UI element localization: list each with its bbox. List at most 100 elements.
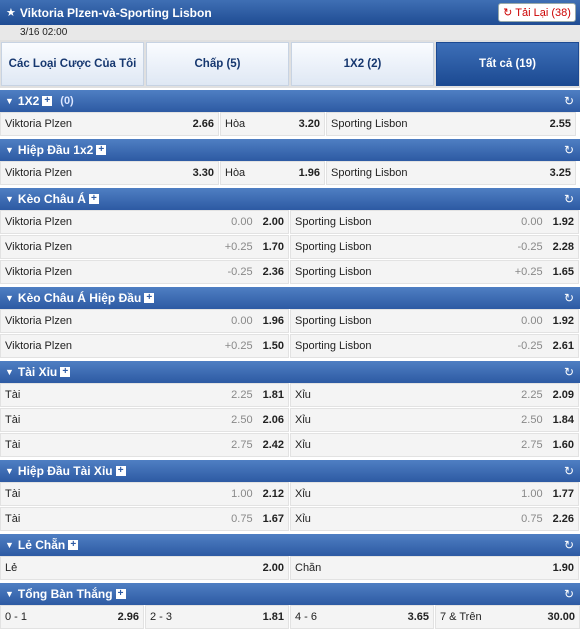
odds-cell[interactable]: Chẵn 1.90 <box>290 556 579 580</box>
odds-cell[interactable]: Xỉu 2.25 2.09 <box>290 383 579 407</box>
odds-cell[interactable]: Viktoria Plzen 2.66 <box>0 112 219 136</box>
odds-value[interactable]: 3.30 <box>193 167 214 179</box>
odds-value[interactable]: 2.12 <box>263 488 284 500</box>
odds-value[interactable]: 1.84 <box>553 414 574 426</box>
odds-cell[interactable]: Sporting Lisbon 3.25 <box>326 161 576 185</box>
refresh-icon[interactable]: ↻ <box>564 464 574 478</box>
add-icon[interactable]: + <box>115 589 126 599</box>
odds-cell[interactable]: Viktoria Plzen 3.30 <box>0 161 219 185</box>
odds-value[interactable]: 1.92 <box>553 315 574 327</box>
odds-cell[interactable]: Viktoria Plzen 0.00 2.00 <box>0 210 289 234</box>
odds-value[interactable]: 2.36 <box>263 266 284 278</box>
odds-value[interactable]: 1.96 <box>263 315 284 327</box>
tab-all[interactable]: Tất cả (19) <box>436 42 579 86</box>
odds-cell[interactable]: Xỉu 0.75 2.26 <box>290 507 579 531</box>
odds-cell[interactable]: 4 - 6 3.65 <box>290 605 434 629</box>
collapse-arrow-icon[interactable]: ▼ <box>5 145 14 155</box>
collapse-arrow-icon[interactable]: ▼ <box>5 96 14 106</box>
odds-cell[interactable]: Viktoria Plzen +0.25 1.70 <box>0 235 289 259</box>
collapse-arrow-icon[interactable]: ▼ <box>5 589 14 599</box>
tab-my-bets[interactable]: Các Loại Cược Của Tôi <box>1 42 144 86</box>
add-icon[interactable]: + <box>68 540 79 550</box>
market-header[interactable]: ▼ Hiệp Đầu Tài Xỉu + ↻ <box>0 460 580 482</box>
odds-value[interactable]: 1.67 <box>263 513 284 525</box>
odds-value[interactable]: 2.61 <box>553 340 574 352</box>
odds-value[interactable]: 30.00 <box>547 611 575 623</box>
odds-value[interactable]: 3.65 <box>408 611 429 623</box>
odds-cell[interactable]: Sporting Lisbon 0.00 1.92 <box>290 210 579 234</box>
odds-value[interactable]: 1.50 <box>263 340 284 352</box>
odds-value[interactable]: 2.00 <box>263 562 284 574</box>
add-icon[interactable]: + <box>88 194 99 204</box>
odds-cell[interactable]: Hòa 3.20 <box>220 112 325 136</box>
odds-cell[interactable]: Lẻ 2.00 <box>0 556 289 580</box>
odds-value[interactable]: 2.96 <box>118 611 139 623</box>
odds-cell[interactable]: Tài 2.50 2.06 <box>0 408 289 432</box>
odds-cell[interactable]: Xỉu 2.75 1.60 <box>290 433 579 457</box>
odds-value[interactable]: 1.92 <box>553 216 574 228</box>
odds-value[interactable]: 1.70 <box>263 241 284 253</box>
odds-cell[interactable]: Sporting Lisbon 0.00 1.92 <box>290 309 579 333</box>
odds-value[interactable]: 1.60 <box>553 439 574 451</box>
odds-value[interactable]: 1.81 <box>263 389 284 401</box>
odds-value[interactable]: 2.28 <box>553 241 574 253</box>
odds-cell[interactable]: Tài 0.75 1.67 <box>0 507 289 531</box>
collapse-arrow-icon[interactable]: ▼ <box>5 466 14 476</box>
odds-cell[interactable]: Viktoria Plzen -0.25 2.36 <box>0 260 289 284</box>
collapse-arrow-icon[interactable]: ▼ <box>5 293 14 303</box>
market-header[interactable]: ▼ Tổng Bàn Thắng + ↻ <box>0 583 580 605</box>
tab-1x2[interactable]: 1X2 (2) <box>291 42 434 86</box>
odds-cell[interactable]: Xỉu 1.00 1.77 <box>290 482 579 506</box>
odds-value[interactable]: 2.06 <box>263 414 284 426</box>
odds-cell[interactable]: Viktoria Plzen +0.25 1.50 <box>0 334 289 358</box>
refresh-icon[interactable]: ↻ <box>564 291 574 305</box>
odds-value[interactable]: 2.09 <box>553 389 574 401</box>
refresh-icon[interactable]: ↻ <box>564 94 574 108</box>
collapse-arrow-icon[interactable]: ▼ <box>5 194 14 204</box>
add-icon[interactable]: + <box>96 145 107 155</box>
refresh-icon[interactable]: ↻ <box>564 365 574 379</box>
odds-cell[interactable]: 0 - 1 2.96 <box>0 605 144 629</box>
collapse-arrow-icon[interactable]: ▼ <box>5 367 14 377</box>
add-icon[interactable]: + <box>144 293 155 303</box>
odds-value[interactable]: 1.96 <box>299 167 320 179</box>
odds-value[interactable]: 1.65 <box>553 266 574 278</box>
add-icon[interactable]: + <box>115 466 126 476</box>
odds-cell[interactable]: 7 & Trên 30.00 <box>435 605 580 629</box>
odds-value[interactable]: 2.66 <box>193 118 214 130</box>
odds-value[interactable]: 2.42 <box>263 439 284 451</box>
odds-cell[interactable]: Tài 2.25 1.81 <box>0 383 289 407</box>
tab-handicap[interactable]: Chấp (5) <box>146 42 289 86</box>
odds-cell[interactable]: Tài 1.00 2.12 <box>0 482 289 506</box>
market-header[interactable]: ▼ Lẻ Chẵn + ↻ <box>0 534 580 556</box>
odds-cell[interactable]: Tài 2.75 2.42 <box>0 433 289 457</box>
odds-value[interactable]: 2.26 <box>553 513 574 525</box>
refresh-icon[interactable]: ↻ <box>564 587 574 601</box>
market-header[interactable]: ▼ Tài Xỉu + ↻ <box>0 361 580 383</box>
reload-button[interactable]: ↻ Tải Lại (38) <box>498 3 576 22</box>
market-header[interactable]: ▼ 1X2 + (0) ↻ <box>0 90 580 112</box>
market-header[interactable]: ▼ Hiệp Đầu 1x2 + ↻ <box>0 139 580 161</box>
odds-cell[interactable]: Sporting Lisbon +0.25 1.65 <box>290 260 579 284</box>
odds-cell[interactable]: Sporting Lisbon 2.55 <box>326 112 576 136</box>
odds-cell[interactable]: Hòa 1.96 <box>220 161 325 185</box>
odds-value[interactable]: 1.77 <box>553 488 574 500</box>
star-icon[interactable]: ★ <box>6 6 16 19</box>
collapse-arrow-icon[interactable]: ▼ <box>5 540 14 550</box>
odds-cell[interactable]: Sporting Lisbon -0.25 2.28 <box>290 235 579 259</box>
odds-cell[interactable]: 2 - 3 1.81 <box>145 605 289 629</box>
add-icon[interactable]: + <box>42 96 53 106</box>
odds-cell[interactable]: Xỉu 2.50 1.84 <box>290 408 579 432</box>
odds-value[interactable]: 1.90 <box>553 562 574 574</box>
refresh-icon[interactable]: ↻ <box>564 538 574 552</box>
odds-cell[interactable]: Sporting Lisbon -0.25 2.61 <box>290 334 579 358</box>
refresh-icon[interactable]: ↻ <box>564 143 574 157</box>
odds-value[interactable]: 3.25 <box>550 167 571 179</box>
refresh-icon[interactable]: ↻ <box>564 192 574 206</box>
odds-value[interactable]: 1.81 <box>263 611 284 623</box>
add-icon[interactable]: + <box>60 367 71 377</box>
odds-cell[interactable]: Viktoria Plzen 0.00 1.96 <box>0 309 289 333</box>
market-header[interactable]: ▼ Kèo Châu Á + ↻ <box>0 188 580 210</box>
odds-value[interactable]: 3.20 <box>299 118 320 130</box>
market-header[interactable]: ▼ Kèo Châu Á Hiệp Đầu + ↻ <box>0 287 580 309</box>
